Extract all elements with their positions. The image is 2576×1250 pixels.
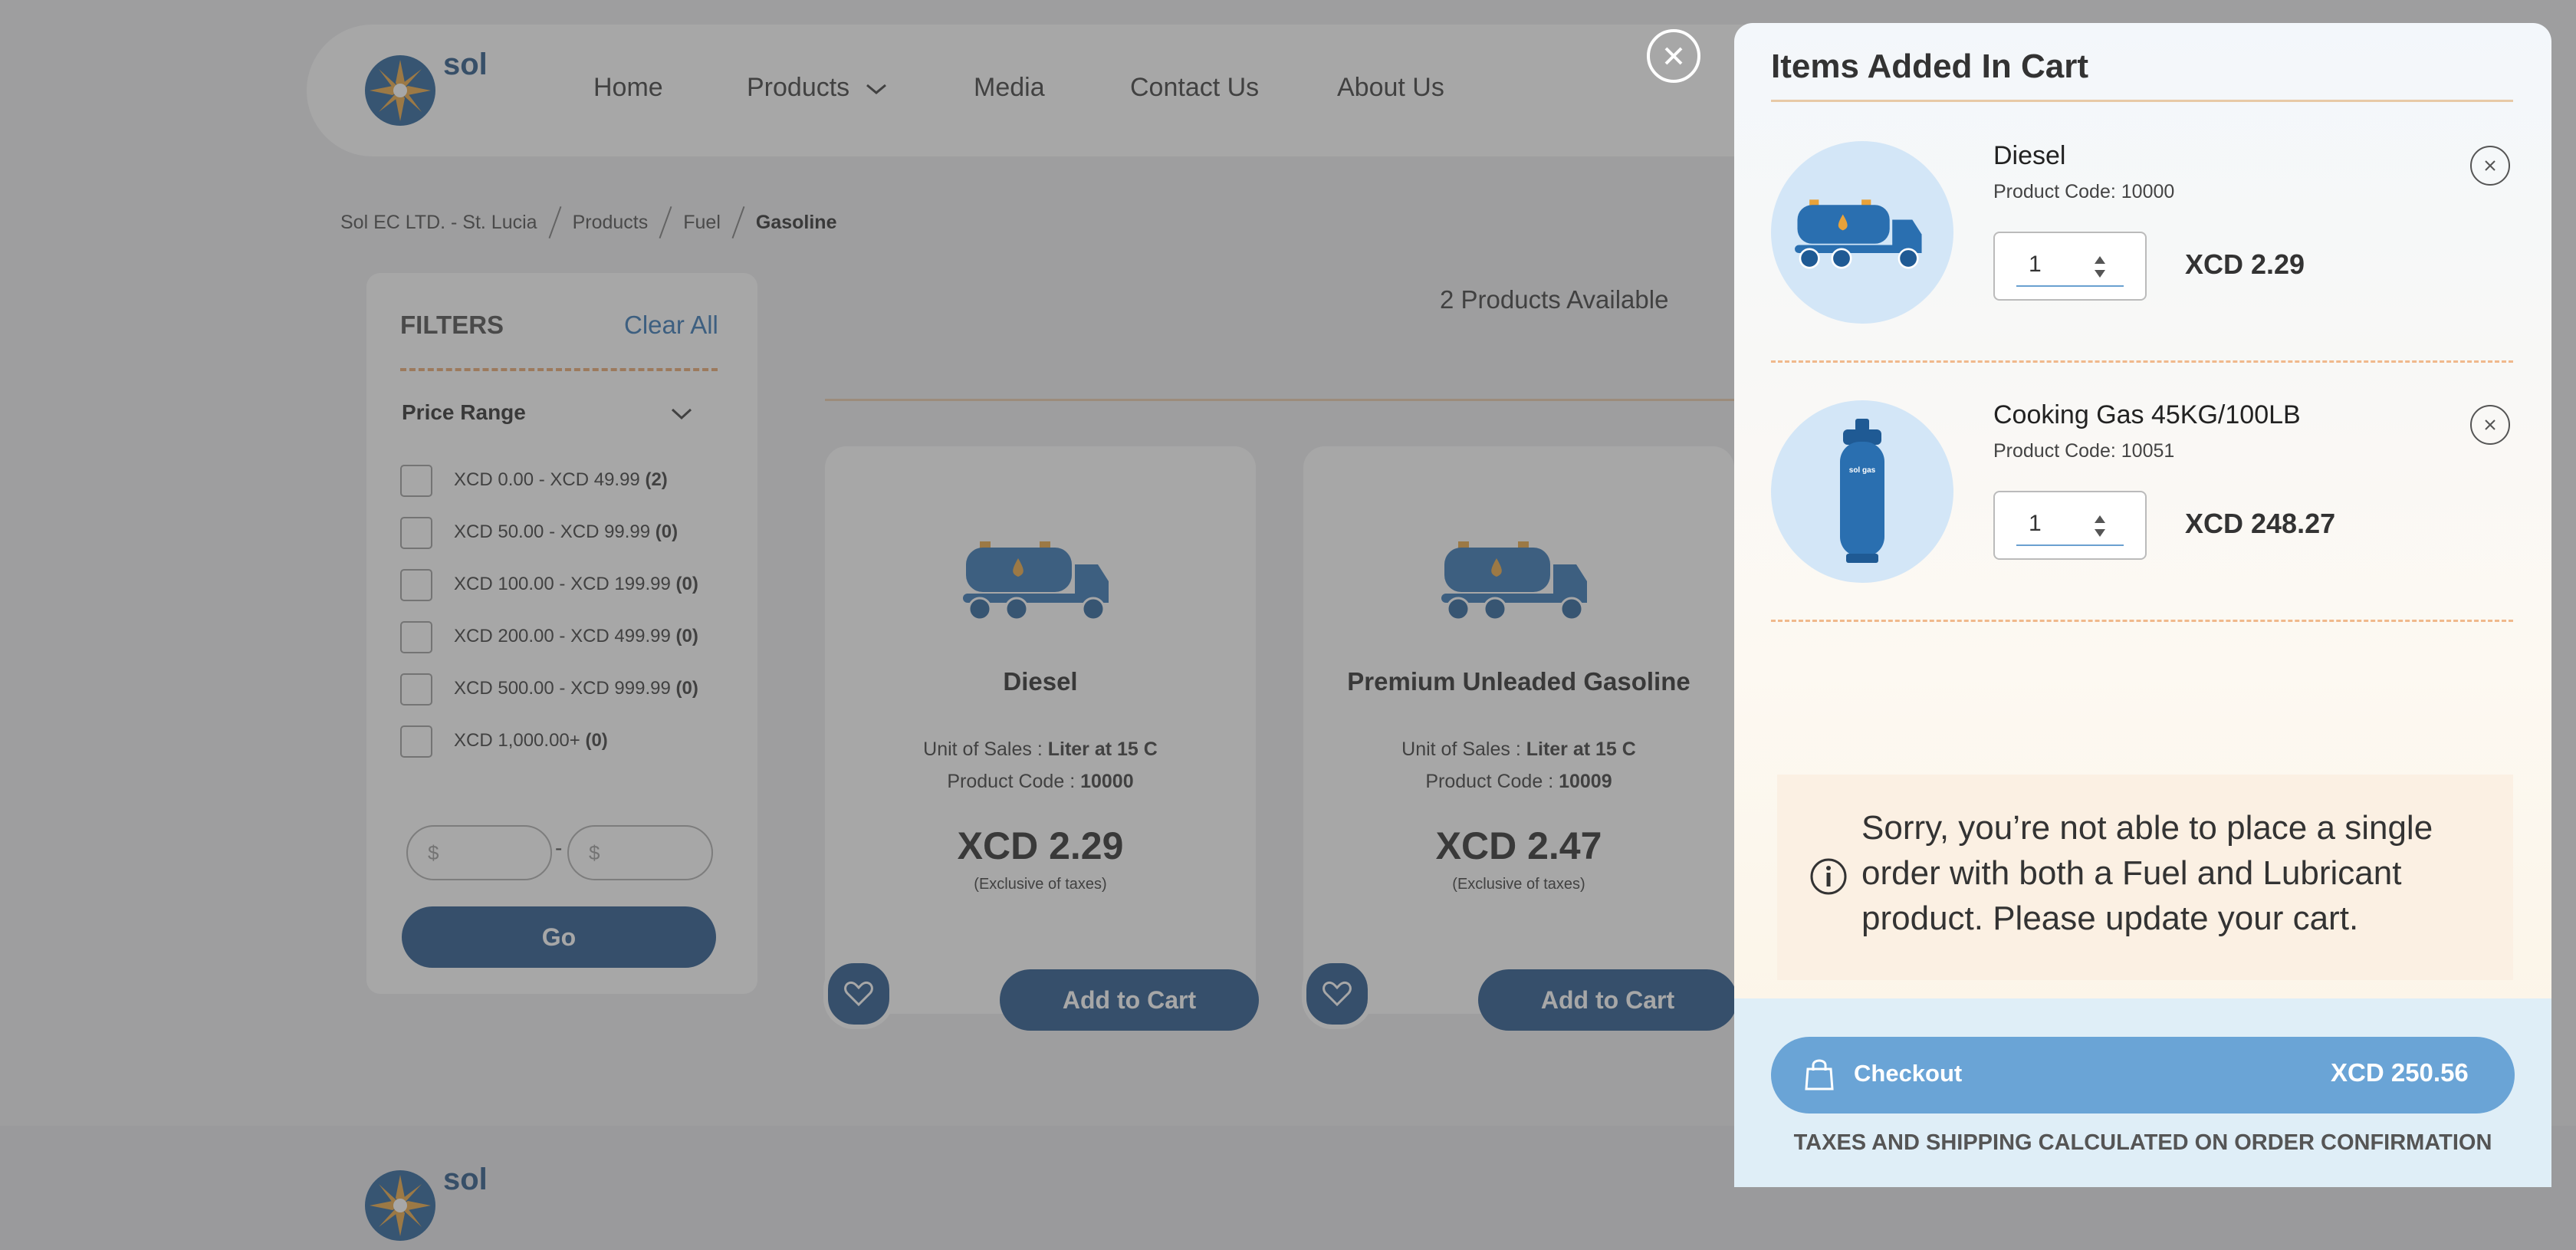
quantity-underline xyxy=(2016,285,2124,287)
cart-item-code: Product Code: 10000 xyxy=(1993,181,2175,202)
cart-item-code: Product Code: 10051 xyxy=(1993,440,2175,462)
remove-item-button[interactable] xyxy=(2470,405,2510,445)
spinner-arrows-icon[interactable] xyxy=(2091,252,2108,282)
remove-item-button[interactable] xyxy=(2470,146,2510,186)
cart-item-image xyxy=(1771,141,1953,324)
close-icon xyxy=(2485,160,2496,171)
cart-warning-text: Sorry, you’re not able to place a single… xyxy=(1861,809,2433,937)
shopping-bag-icon xyxy=(1805,1059,1834,1090)
cart-title: Items Added In Cart xyxy=(1771,48,2088,85)
spinner-arrows-icon[interactable] xyxy=(2091,511,2108,541)
cart-item-image: sol gas xyxy=(1771,400,1953,583)
info-icon xyxy=(1810,858,1847,895)
cylinder-label: sol gas xyxy=(1849,466,1876,475)
cart-item-name: Cooking Gas 45KG/100LB xyxy=(1993,400,2301,429)
close-icon xyxy=(1664,47,1683,65)
cart-item-divider xyxy=(1771,620,2513,622)
taxes-note: TAXES AND SHIPPING CALCULATED ON ORDER C… xyxy=(1793,1130,2492,1155)
cart-item-price: XCD 248.27 xyxy=(2185,508,2336,539)
checkout-total: XCD 250.56 xyxy=(2331,1058,2469,1087)
cart-title-divider xyxy=(1771,100,2513,102)
quantity-value: 1 xyxy=(2029,252,2042,277)
quantity-stepper[interactable]: 1 xyxy=(1993,491,2147,560)
close-icon xyxy=(2485,419,2496,430)
fuel-truck-icon xyxy=(1795,199,1922,269)
checkout-label: Checkout xyxy=(1854,1060,1963,1087)
cart-item-name: Diesel xyxy=(1993,141,2066,170)
close-cart-button[interactable] xyxy=(1647,29,1700,83)
cart-item-divider xyxy=(1771,360,2513,363)
quantity-underline xyxy=(2016,544,2124,546)
gas-cylinder-icon: sol gas xyxy=(1840,419,1884,563)
cart-item-price: XCD 2.29 xyxy=(2185,248,2305,280)
quantity-stepper[interactable]: 1 xyxy=(1993,232,2147,301)
quantity-value: 1 xyxy=(2029,511,2042,536)
